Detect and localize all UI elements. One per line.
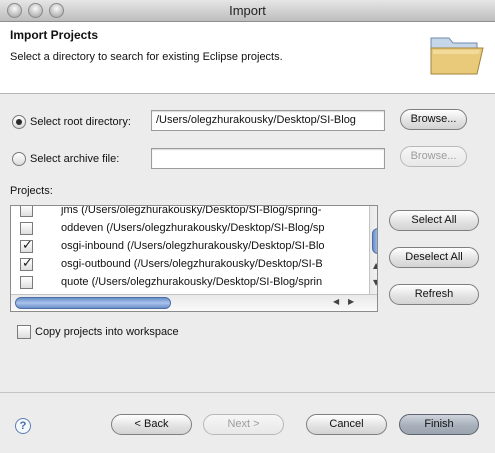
archive-file-label: Select archive file: xyxy=(30,153,120,165)
footer-divider xyxy=(0,392,495,393)
vertical-scrollbar[interactable]: ▲ ▼ xyxy=(369,206,377,294)
next-button[interactable]: Next > xyxy=(203,414,284,435)
scroll-left-icon[interactable]: ◀ xyxy=(333,297,339,306)
select-all-button[interactable]: Select All xyxy=(389,210,479,231)
list-item[interactable]: osgi-inbound (/Users/olegzhurakousky/Des… xyxy=(11,238,361,257)
page-title: Import Projects xyxy=(10,28,99,42)
wizard-header: Import Projects Select a directory to se… xyxy=(0,22,495,94)
project-checkbox[interactable] xyxy=(20,222,33,235)
project-checkbox[interactable] xyxy=(20,206,33,217)
horizontal-scrollbar[interactable]: ◀ ▶ xyxy=(11,294,377,311)
vertical-scroll-thumb[interactable] xyxy=(372,228,377,254)
project-name: osgi-inbound (/Users/olegzhurakousky/Des… xyxy=(61,240,325,252)
window-titlebar: Import xyxy=(0,0,495,22)
project-name: jms (/Users/olegzhurakousky/Desktop/SI-B… xyxy=(61,205,322,216)
back-button[interactable]: < Back xyxy=(111,414,192,435)
scroll-down-icon[interactable]: ▼ xyxy=(373,278,377,287)
project-name: quote (/Users/olegzhurakousky/Desktop/SI… xyxy=(61,276,323,288)
page-description: Select a directory to search for existin… xyxy=(10,51,283,63)
finish-button[interactable]: Finish xyxy=(399,414,479,435)
root-directory-input[interactable]: /Users/olegzhurakousky/Desktop/SI-Blog xyxy=(151,110,385,131)
list-item[interactable]: osgi-outbound (/Users/olegzhurakousky/De… xyxy=(11,256,361,275)
scroll-up-icon[interactable]: ▲ xyxy=(373,261,377,270)
refresh-button[interactable]: Refresh xyxy=(389,284,479,305)
archive-file-radio[interactable] xyxy=(12,152,26,166)
root-directory-radio[interactable] xyxy=(12,115,26,129)
archive-file-input[interactable] xyxy=(151,148,385,169)
copy-projects-checkbox[interactable] xyxy=(17,325,31,339)
cancel-button[interactable]: Cancel xyxy=(306,414,387,435)
browse-root-button[interactable]: Browse... xyxy=(400,109,467,130)
horizontal-scroll-thumb[interactable] xyxy=(15,297,171,309)
scroll-right-icon[interactable]: ▶ xyxy=(348,297,354,306)
list-item[interactable]: oddeven (/Users/olegzhurakousky/Desktop/… xyxy=(11,220,361,239)
browse-archive-button[interactable]: Browse... xyxy=(400,146,467,167)
copy-projects-label: Copy projects into workspace xyxy=(35,326,179,338)
projects-label: Projects: xyxy=(10,185,53,197)
list-item[interactable]: jms (/Users/olegzhurakousky/Desktop/SI-B… xyxy=(11,205,361,221)
project-name: osgi-outbound (/Users/olegzhurakousky/De… xyxy=(61,258,323,270)
deselect-all-button[interactable]: Deselect All xyxy=(389,247,479,268)
project-checkbox[interactable] xyxy=(20,238,33,253)
project-checkbox[interactable] xyxy=(20,276,33,289)
project-checkbox[interactable] xyxy=(20,256,33,271)
project-name: oddeven (/Users/olegzhurakousky/Desktop/… xyxy=(61,222,325,234)
root-directory-label: Select root directory: xyxy=(30,116,131,128)
list-item[interactable]: quote (/Users/olegzhurakousky/Desktop/SI… xyxy=(11,274,361,293)
folder-icon xyxy=(430,37,484,75)
window-title: Import xyxy=(229,3,266,18)
help-icon[interactable]: ? xyxy=(15,418,31,434)
projects-list[interactable]: jms (/Users/olegzhurakousky/Desktop/SI-B… xyxy=(10,205,378,312)
